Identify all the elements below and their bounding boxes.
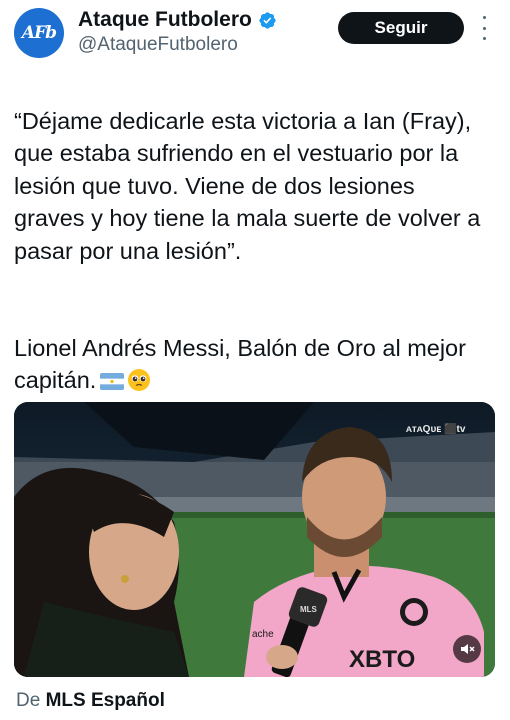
mute-button[interactable] <box>453 635 481 663</box>
source-prefix: De <box>16 690 41 711</box>
more-options-icon[interactable] <box>480 16 488 40</box>
account-avatar[interactable]: AFb <box>14 8 64 58</box>
mic-label: MLS <box>300 605 318 614</box>
broadcast-logo: ᴀᴛᴀQᴜᴇ ⬛tv <box>406 422 466 435</box>
tweet-paragraph-1: “Déjame dedicarle esta victoria a Ian (F… <box>14 107 481 264</box>
account-name[interactable]: Ataque Futbolero <box>78 8 252 32</box>
tweet-paragraph-2-wrap: Lionel Andrés Messi, Balón de Oro al mej… <box>14 332 484 397</box>
follow-button[interactable]: Seguir <box>338 12 464 44</box>
source-name-link[interactable]: MLS Español <box>46 690 165 711</box>
tweet-text: “Déjame dedicarle esta victoria a Ian (F… <box>14 72 484 429</box>
media-source: De MLS Español <box>16 690 165 712</box>
account-name-row: Ataque Futbolero <box>78 8 277 32</box>
tweet-paragraph-2: Lionel Andrés Messi, Balón de Oro al mej… <box>14 334 466 394</box>
argentina-flag-icon <box>100 373 125 390</box>
pleading-face-icon <box>128 369 151 391</box>
sleeve-text: ache <box>252 629 274 640</box>
video-frame: ᴀᴛᴀQᴜᴇ ⬛tv XBTO ache MLS <box>14 402 495 677</box>
jersey-sponsor: XBTO <box>349 646 415 673</box>
speaker-muted-icon <box>461 644 475 654</box>
account-handle[interactable]: @AtaqueFutbolero <box>78 34 238 56</box>
verified-badge-icon <box>259 11 276 29</box>
tweet-media-video[interactable]: ᴀᴛᴀQᴜᴇ ⬛tv XBTO ache MLS <box>14 402 495 677</box>
